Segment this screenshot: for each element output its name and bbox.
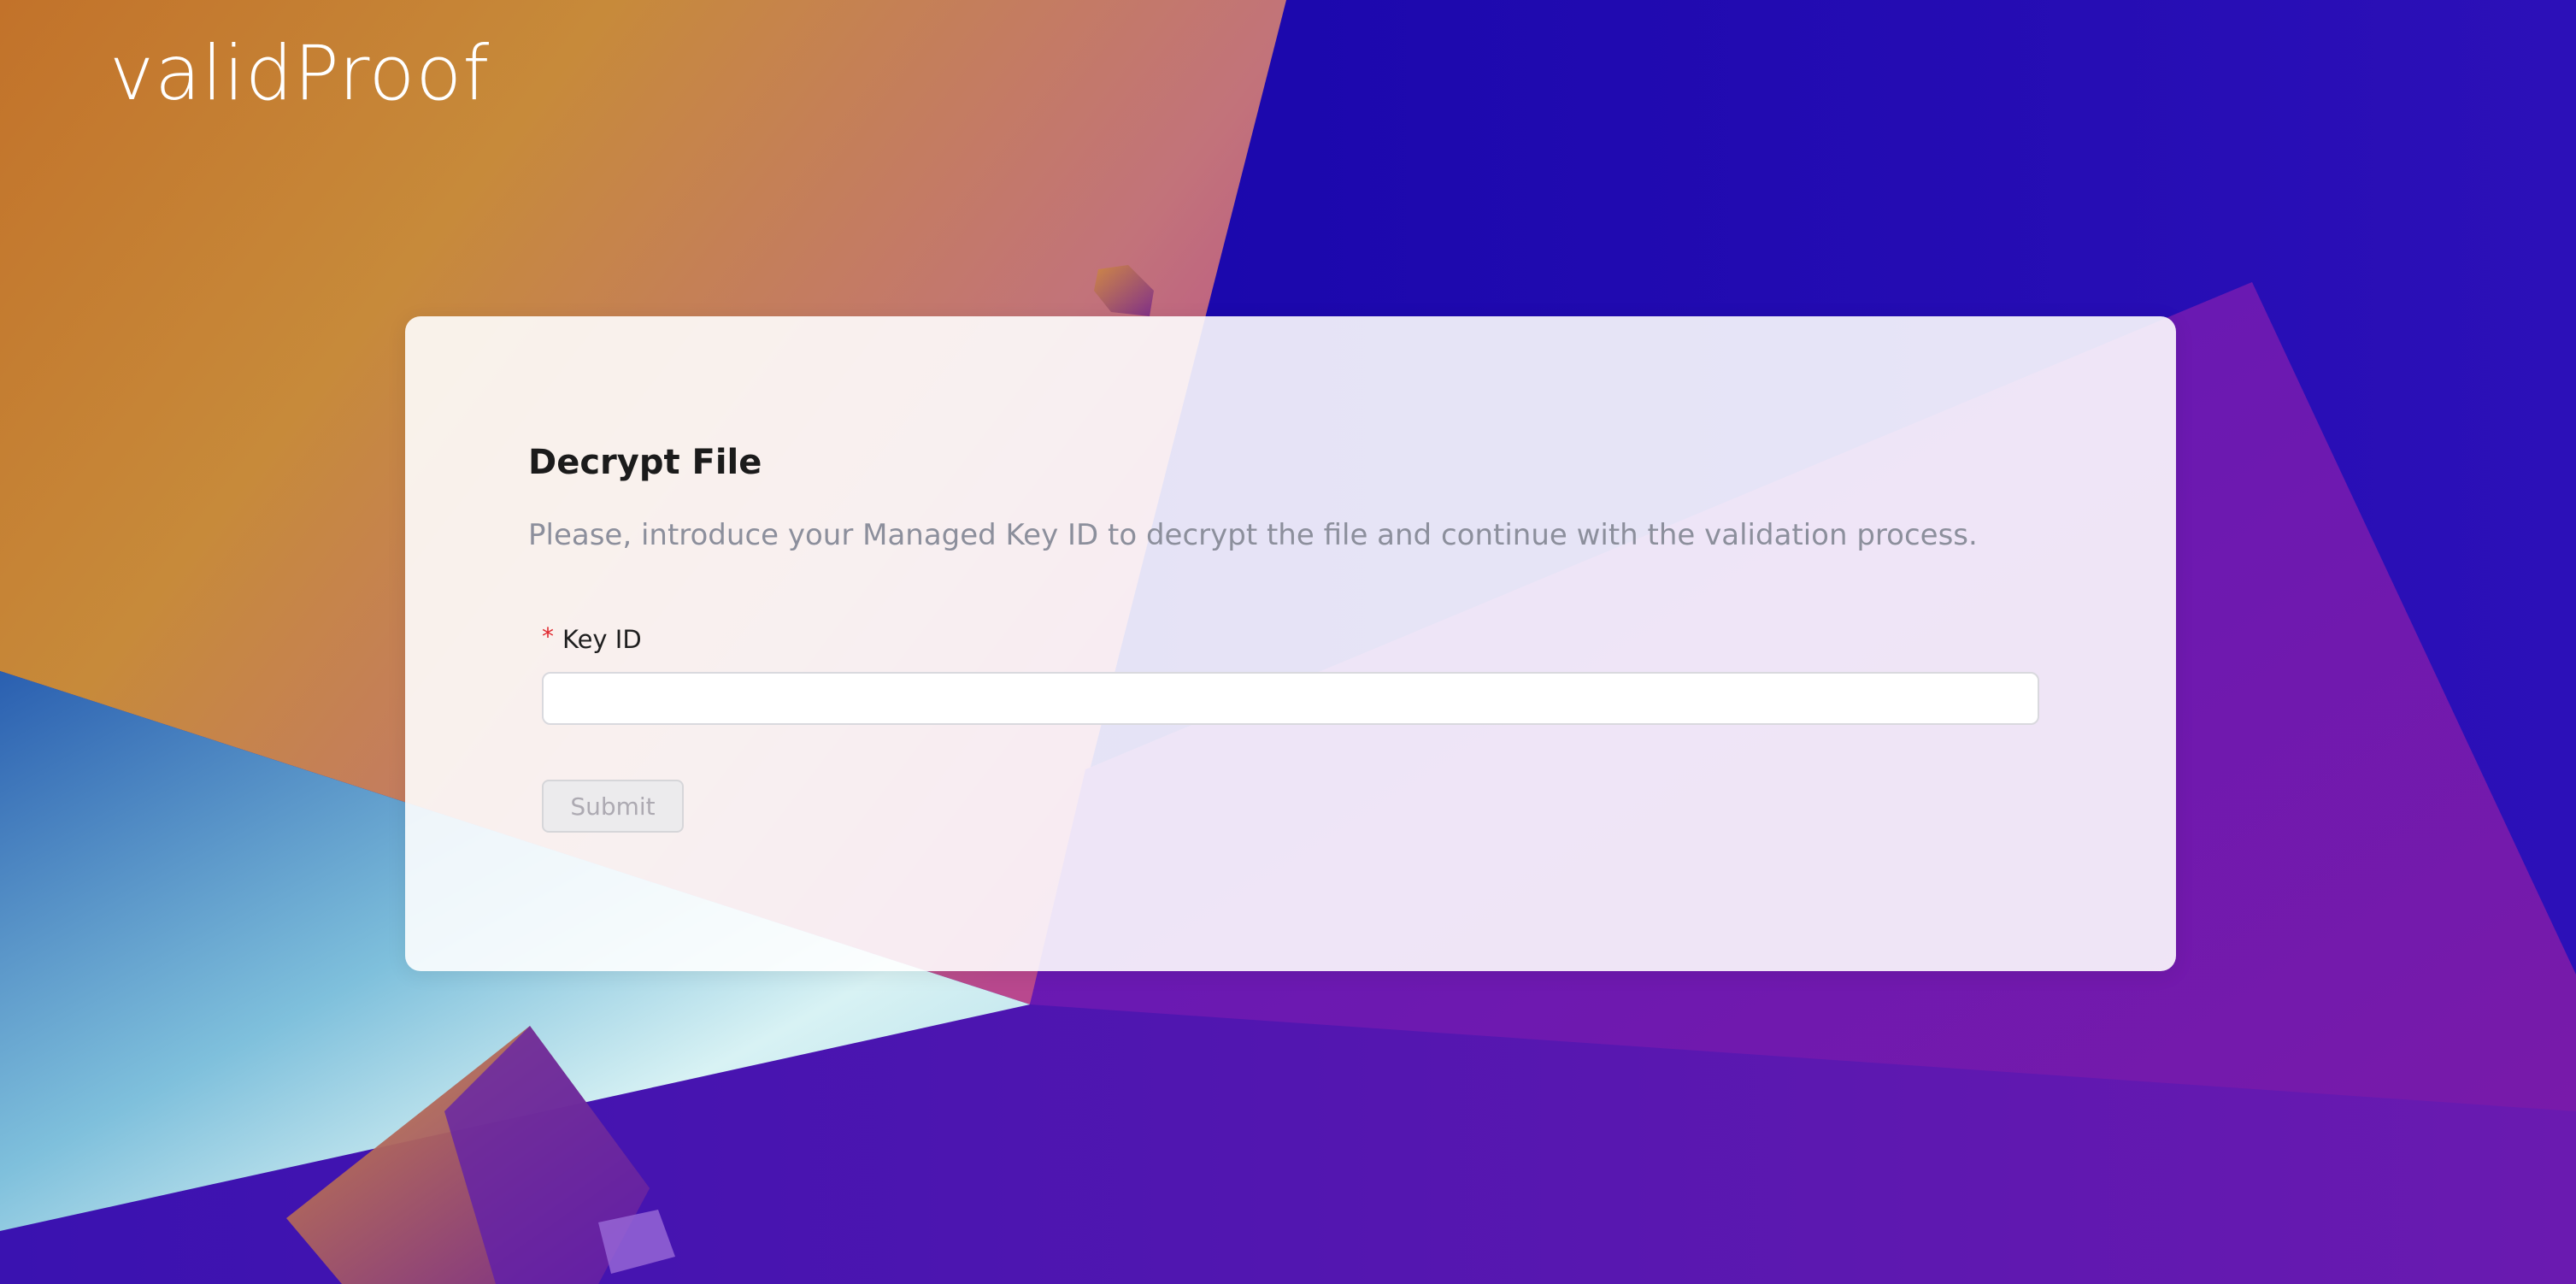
page-background: validProof Decrypt File Please, introduc… (0, 0, 2576, 1284)
key-id-label-text: Key ID (562, 625, 642, 654)
required-marker: * (542, 622, 554, 651)
submit-button[interactable]: Submit (542, 780, 684, 833)
decrypt-file-card: Decrypt File Please, introduce your Mana… (405, 316, 2176, 971)
key-id-input[interactable] (542, 672, 2039, 725)
page-title: Decrypt File (528, 443, 762, 482)
brand-logo: validProof (109, 29, 491, 117)
form-description: Please, introduce your Managed Key ID to… (528, 518, 1978, 552)
key-id-label: * Key ID (542, 622, 642, 654)
